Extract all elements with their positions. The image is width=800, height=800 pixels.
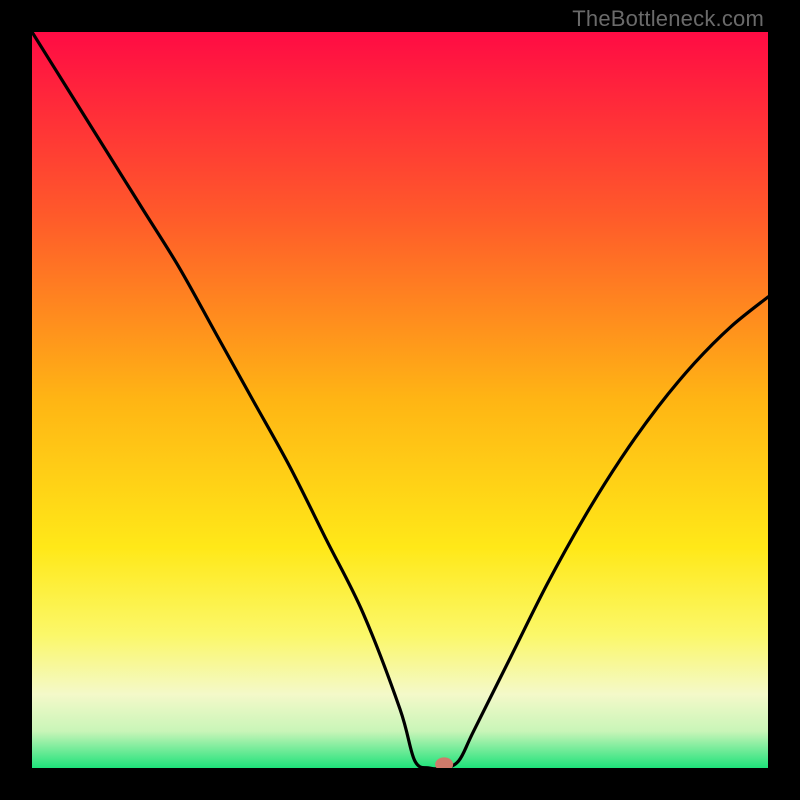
watermark-text: TheBottleneck.com bbox=[572, 6, 764, 32]
chart-plot-area bbox=[32, 32, 768, 768]
chart-svg bbox=[32, 32, 768, 768]
chart-frame bbox=[32, 32, 768, 768]
chart-background bbox=[32, 32, 768, 768]
